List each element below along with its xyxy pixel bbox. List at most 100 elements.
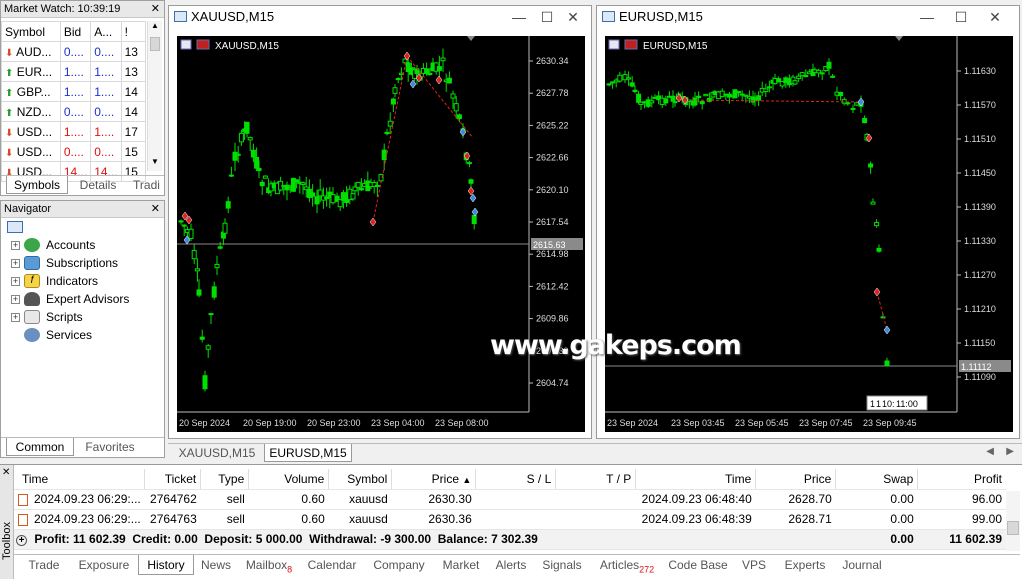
price-chart-eurusd[interactable]: EURUSD,M15 1.11630 1.11570 1.11510 1.11450 1.… xyxy=(605,36,1013,432)
toolbox-tab-news[interactable]: News xyxy=(194,555,238,575)
navigator-item-subscriptions[interactable]: + Subscriptions xyxy=(11,254,118,272)
col-header-profit[interactable]: Profit xyxy=(917,469,1006,490)
col-header-close-time[interactable]: Time xyxy=(635,469,757,490)
toolbox-tab-vps[interactable]: VPS xyxy=(732,555,776,575)
maximize-icon[interactable]: ☐ xyxy=(537,6,557,28)
y-tick-label: 1.11450 xyxy=(964,168,996,178)
y-tick-label: 1.11570 xyxy=(964,100,996,110)
market-watch-row[interactable]: ⬆ NZD... 0.... 0.... 14 xyxy=(1,101,147,122)
candle-body xyxy=(606,83,612,86)
symbol-cell[interactable]: ⬆ EUR... xyxy=(1,61,61,82)
maximize-icon[interactable]: ☐ xyxy=(951,6,971,28)
col-header[interactable]: ! xyxy=(120,21,147,42)
symbol-cell[interactable]: ⬇ AUD... xyxy=(1,41,61,62)
col-header-type[interactable]: Type xyxy=(200,469,250,490)
tab-common[interactable]: Common xyxy=(6,438,74,456)
market-watch-row[interactable]: ⬇ USD... 1.... 1.... 17 xyxy=(1,121,147,142)
toolbox-tab-alerts[interactable]: Alerts xyxy=(488,555,534,575)
chart-tab-xauusd[interactable]: XAUUSD,M15 xyxy=(174,444,260,462)
scroll-thumb[interactable] xyxy=(150,37,160,51)
navigator-root-icon[interactable] xyxy=(7,221,23,233)
vertical-scrollbar[interactable] xyxy=(1006,491,1020,551)
y-tick-label: 1.11090 xyxy=(964,372,996,382)
toolbox-tab-experts[interactable]: Experts xyxy=(776,555,834,575)
close-icon[interactable]: ✕ xyxy=(151,1,160,17)
market-watch-row[interactable]: ⬇ AUD... 0.... 0.... 13 xyxy=(1,41,147,62)
navigator-item-expert-advisors[interactable]: + Expert Advisors xyxy=(11,290,129,308)
col-header-time[interactable]: Time xyxy=(14,469,146,490)
close-icon[interactable]: ✕ xyxy=(563,6,583,28)
x-tick-label: 23 Sep 08:00 xyxy=(435,418,489,428)
symbol-cell[interactable]: ⬇ USD... xyxy=(1,121,61,142)
candle-body xyxy=(194,268,200,272)
col-header-close-price[interactable]: Price xyxy=(755,469,837,490)
toolbox-tab-journal[interactable]: Journal xyxy=(834,555,890,575)
close-icon[interactable]: ✕ xyxy=(2,467,10,478)
close-icon[interactable]: ✕ xyxy=(985,6,1005,28)
toolbox-tab-articles[interactable]: Articles272 xyxy=(590,555,664,575)
scroll-up-icon[interactable]: ▲ xyxy=(148,21,162,35)
expand-icon[interactable]: + xyxy=(11,240,20,250)
scroll-thumb[interactable] xyxy=(1007,521,1019,535)
history-table: Time Ticket Type Volume Symbol Price ▲ S… xyxy=(14,469,1006,550)
chart-shift-icon[interactable] xyxy=(895,36,903,41)
navigator-item-accounts[interactable]: + Accounts xyxy=(11,236,95,254)
chart-shift-icon[interactable] xyxy=(467,36,475,41)
scroll-left-icon[interactable]: ◀ xyxy=(986,446,994,457)
minimize-icon[interactable]: — xyxy=(917,6,937,28)
toolbox-tab-company[interactable]: Company xyxy=(364,555,434,575)
tab-trading[interactable]: Tradi xyxy=(129,176,164,194)
price-chart-xauusd[interactable]: XAUUSD,M15 2630.34 2627.78 2625.22 2622.66 26… xyxy=(177,36,585,432)
col-header[interactable]: Symbol xyxy=(1,21,61,42)
navigator-item-scripts[interactable]: + Scripts xyxy=(11,308,83,326)
col-header[interactable]: Bid xyxy=(59,21,92,42)
col-header-swap[interactable]: Swap xyxy=(835,469,919,490)
chart-window-xauusd[interactable]: XAUUSD,M15 — ☐ ✕ XAUUSD,M15 2630.34 2627.7… xyxy=(168,5,592,439)
market-watch-row[interactable]: ⬇ USD... 0.... 0.... 15 xyxy=(1,141,147,162)
toolbox-tab-history[interactable]: History xyxy=(138,555,194,575)
toolbox-tab-market[interactable]: Market xyxy=(434,555,488,575)
navigator-item-indicators[interactable]: + f Indicators xyxy=(11,272,98,290)
toolbox-tab-trade[interactable]: Trade xyxy=(18,555,70,575)
tab-favorites[interactable]: Favorites xyxy=(79,438,141,456)
close-icon[interactable]: ✕ xyxy=(151,201,160,217)
scroll-right-icon[interactable]: ▶ xyxy=(1006,446,1014,457)
history-row[interactable]: 2024.09.23 06:29:... 2764762 sell 0.60 xauus… xyxy=(14,489,1006,510)
col-header-sl[interactable]: S / L xyxy=(475,469,557,490)
toolbox-tab-signals[interactable]: Signals xyxy=(534,555,590,575)
history-row[interactable]: 2024.09.23 06:29:... 2764763 sell 0.60 xauus… xyxy=(14,509,1006,530)
expand-icon[interactable]: + xyxy=(11,276,20,286)
expand-icon[interactable]: + xyxy=(11,294,20,304)
symbol-cell[interactable]: ⬆ GBP... xyxy=(1,81,61,102)
symbol-cell[interactable]: ⬇ USD... xyxy=(1,141,61,162)
scroll-down-icon[interactable]: ▼ xyxy=(148,157,162,171)
market-watch-title: Market Watch: 10:39:19 ✕ xyxy=(1,1,164,18)
col-header-ticket[interactable]: Ticket xyxy=(144,469,202,490)
navigator-item-services[interactable]: Services xyxy=(24,326,92,344)
candle-body xyxy=(826,61,832,69)
candle-body xyxy=(868,163,874,168)
toolbox-tab-exposure[interactable]: Exposure xyxy=(70,555,138,575)
col-header-price[interactable]: Price ▲ xyxy=(391,469,477,490)
toolbox-tab-code-base[interactable]: Code Base xyxy=(664,555,732,575)
summary-expand-icon[interactable]: + xyxy=(16,535,27,546)
chart-window-eurusd[interactable]: EURUSD,M15 — ☐ ✕ EURUSD,M15 1.11630 1.1157… xyxy=(596,5,1020,439)
tab-details[interactable]: Details xyxy=(73,176,123,194)
market-watch-row[interactable]: ⬆ GBP... 1.... 1.... 14 xyxy=(1,81,147,102)
tab-symbols[interactable]: Symbols xyxy=(6,176,68,194)
col-header[interactable]: A... xyxy=(90,21,122,42)
expand-icon[interactable]: + xyxy=(11,258,20,268)
symbol-cell[interactable]: ⬆ NZD... xyxy=(1,101,61,122)
col-header-symbol[interactable]: Symbol xyxy=(328,469,393,490)
col-header-tp[interactable]: T / P xyxy=(555,469,637,490)
col-header-volume[interactable]: Volume xyxy=(248,469,330,490)
toolbox-tab-calendar[interactable]: Calendar xyxy=(300,555,364,575)
expand-icon[interactable]: + xyxy=(11,312,20,322)
market-watch-row[interactable]: ⬆ EUR... 1.... 1.... 13 xyxy=(1,61,147,82)
chart-tab-eurusd[interactable]: EURUSD,M15 xyxy=(264,444,352,462)
vertical-scrollbar[interactable]: ▲ ▼ xyxy=(147,21,162,171)
candle-body xyxy=(450,93,456,99)
history-cell xyxy=(555,509,636,530)
minimize-icon[interactable]: — xyxy=(509,6,529,28)
toolbox-tab-mailbox[interactable]: Mailbox8 xyxy=(238,555,300,575)
